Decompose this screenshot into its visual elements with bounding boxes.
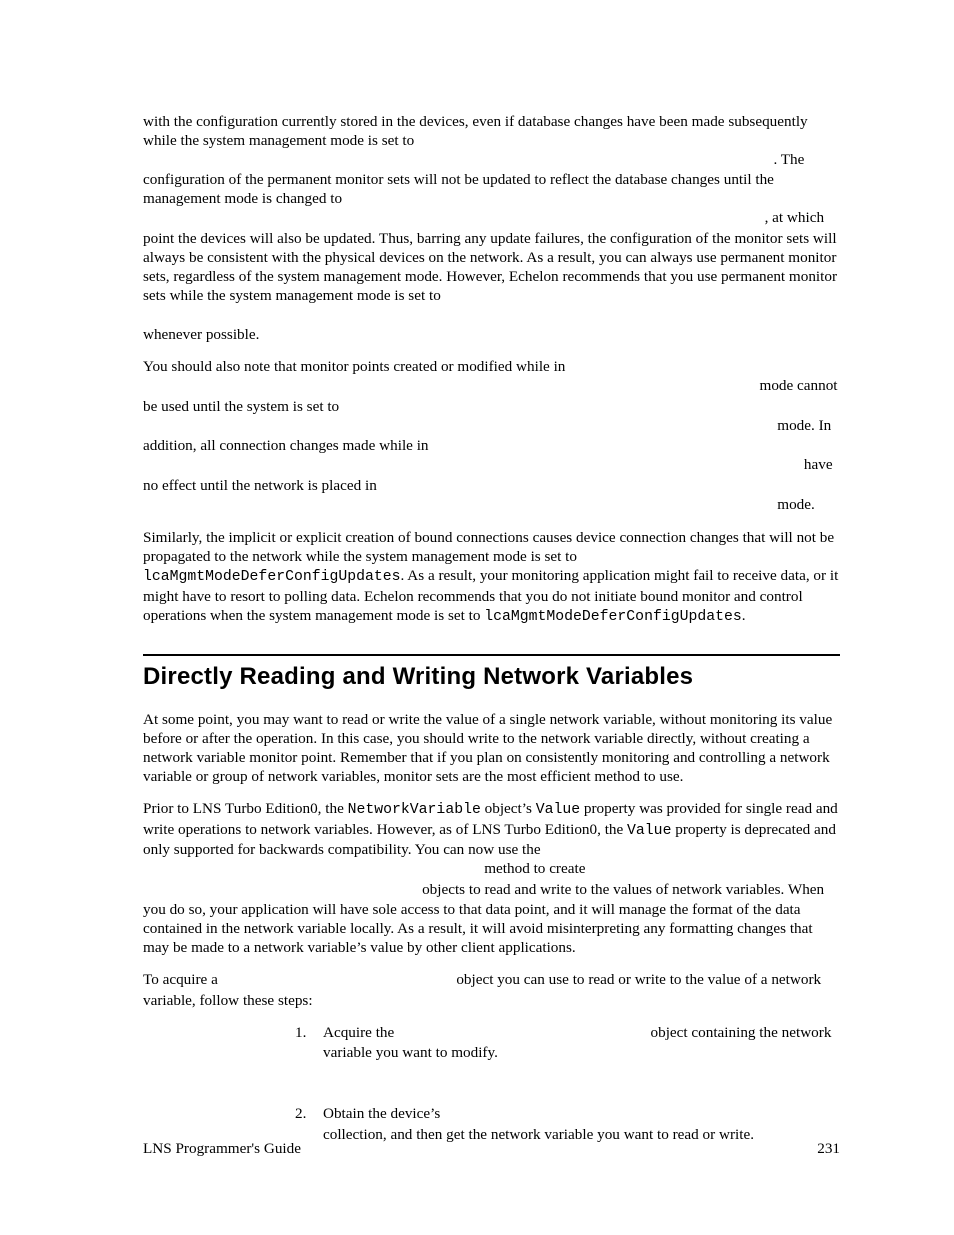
- paragraph-1: with the configuration currently stored …: [143, 112, 840, 344]
- p5-text-a: Prior to LNS Turbo Edition0, the: [143, 800, 348, 817]
- p2-text-a: You should also note that monitor points…: [143, 358, 565, 375]
- paragraph-6: To acquire a object you can use to read …: [143, 970, 840, 1009]
- p1-gap-2: [143, 211, 765, 227]
- section-divider: [143, 654, 840, 656]
- code-value-1: Value: [536, 802, 580, 818]
- step-1: 1.Acquire the object containing the netw…: [295, 1023, 840, 1062]
- paragraph-4: At some point, you may want to read or w…: [143, 710, 840, 786]
- step-2-number: 2.: [295, 1104, 306, 1123]
- p3-text-a: Similarly, the implicit or explicit crea…: [143, 529, 834, 565]
- code-defer-updates-1: lcaMgmtModeDeferConfigUpdates: [143, 569, 401, 585]
- p2-gap-2: [143, 419, 773, 435]
- step-1-gap: [398, 1026, 647, 1042]
- code-networkvariable: NetworkVariable: [348, 802, 481, 818]
- p2-gap-4: [143, 498, 773, 514]
- step-2: 2.Obtain the device’s collection, and th…: [295, 1104, 840, 1143]
- p5-text-e: method to create: [480, 860, 585, 877]
- p6-gap: [222, 973, 453, 989]
- p1-gap-3: [143, 308, 954, 324]
- p2-text-e: mode.: [773, 496, 814, 513]
- step-1-text-a: Acquire the: [323, 1024, 398, 1041]
- p5-gap-method: [143, 862, 480, 878]
- step-2-text-a: Obtain the device’s: [323, 1105, 444, 1122]
- section-heading: Directly Reading and Writing Network Var…: [143, 662, 840, 692]
- code-defer-updates-2: lcaMgmtModeDeferConfigUpdates: [484, 609, 742, 625]
- p2-gap-3: [143, 458, 800, 474]
- footer-page-number: 231: [817, 1139, 840, 1158]
- paragraph-5: Prior to LNS Turbo Edition0, the Network…: [143, 799, 840, 957]
- p1-text-d: whenever possible.: [143, 326, 259, 343]
- p1-gap-1: [143, 153, 773, 169]
- paragraph-2: You should also note that monitor points…: [143, 357, 840, 515]
- p3-text-c: .: [742, 607, 746, 624]
- p6-text-a: To acquire a: [143, 971, 222, 988]
- paragraph-3: Similarly, the implicit or explicit crea…: [143, 528, 840, 626]
- footer-title: LNS Programmer's Guide: [143, 1139, 301, 1158]
- code-value-2: Value: [627, 823, 671, 839]
- step-1-number: 1.: [295, 1023, 306, 1042]
- steps-list: 1.Acquire the object containing the netw…: [295, 1023, 840, 1144]
- document-page: with the configuration currently stored …: [0, 0, 954, 1235]
- step-2-gap: [444, 1107, 826, 1123]
- p2-gap-1: [143, 379, 756, 395]
- page-footer: LNS Programmer's Guide 231: [143, 1139, 840, 1158]
- p5-gap-obj: [143, 883, 418, 899]
- p5-text-b: object’s: [481, 800, 536, 817]
- p1-text-a: with the configuration currently stored …: [143, 113, 808, 149]
